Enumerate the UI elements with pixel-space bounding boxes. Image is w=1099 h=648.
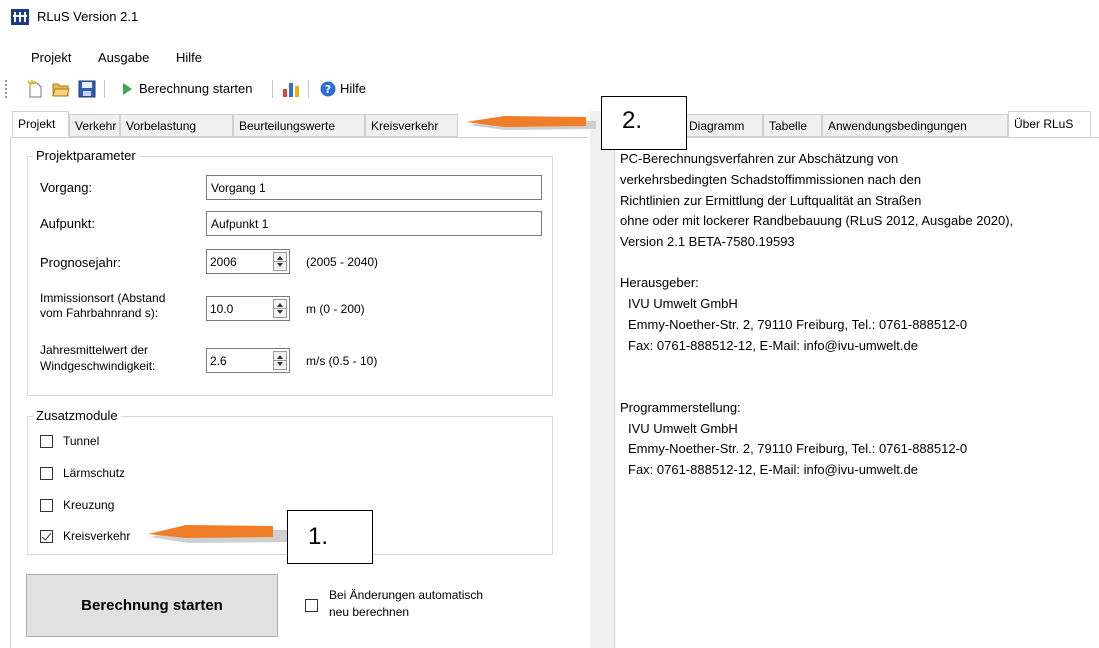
svg-text:?: ? (325, 83, 331, 96)
window-title: RLuS Version 2.1 (37, 9, 139, 24)
immission-label-line2: vom Fahrbahnrand s): (40, 306, 159, 320)
wind-stepper[interactable]: 2.6 (206, 348, 290, 373)
spin-buttons[interactable] (273, 299, 287, 318)
spin-divider (274, 308, 286, 309)
save-disk-icon[interactable] (78, 80, 96, 98)
spin-divider (274, 261, 286, 262)
menu-ausgabe[interactable]: Ausgabe (98, 50, 149, 65)
prognosejahr-label: Prognosejahr: (40, 255, 121, 270)
wind-value: 2.6 (210, 354, 227, 368)
spin-down-icon[interactable] (277, 362, 283, 366)
kreisverkehr-checkbox[interactable] (40, 530, 53, 543)
spin-down-icon[interactable] (277, 310, 283, 314)
tab-tabelle[interactable]: Tabelle (763, 114, 822, 137)
about-text-line: verkehrsbedingten Schadstoffimmissionen … (620, 172, 922, 187)
prognosejahr-value: 2006 (210, 255, 237, 269)
vorgang-input[interactable]: Vorgang 1 (206, 175, 542, 200)
spin-down-icon[interactable] (277, 263, 283, 267)
about-text-line: ohne oder mit lockerer Randbebauung (RLu… (620, 213, 1014, 228)
wind-label-line2: Windgeschwindigkeit: (40, 359, 156, 373)
prognosejahr-stepper[interactable]: 2006 (206, 249, 290, 274)
tab-diagramm[interactable]: Diagramm (683, 114, 763, 137)
app-logo-icon (11, 9, 29, 25)
annotation-callout-2: 2. (601, 96, 687, 150)
auto-recalc-label-line2[interactable]: neu berechnen (329, 605, 409, 620)
chart-icon[interactable] (282, 80, 300, 98)
tab-vorbelastung[interactable]: Vorbelastung (120, 114, 233, 137)
tunnel-checkbox[interactable] (40, 435, 53, 448)
group-title: Projektparameter (33, 148, 139, 163)
immission-stepper[interactable]: 10.0 (206, 296, 290, 321)
annotation-arrow-2 (466, 116, 596, 130)
aufpunkt-label: Aufpunkt: (40, 216, 95, 231)
toolbar-grip (5, 80, 7, 98)
immission-range: m (0 - 200) (306, 302, 365, 316)
tab-kreisverkehr[interactable]: Kreisverkehr (365, 114, 458, 137)
help-button[interactable]: Hilfe (340, 81, 366, 96)
aufpunkt-input[interactable]: Aufpunkt 1 (206, 211, 542, 236)
immission-value: 10.0 (210, 302, 234, 316)
menu-hilfe[interactable]: Hilfe (176, 50, 202, 65)
about-text-line: PC-Berechnungsverfahren zur Abschätzung … (620, 151, 899, 166)
spin-up-icon[interactable] (277, 303, 283, 307)
toolbar-separator (272, 80, 273, 98)
title-bar (0, 0, 1099, 36)
pane-splitter[interactable] (590, 111, 614, 648)
immission-label-line1: Immissionsort (Abstand (40, 291, 166, 305)
spin-up-icon[interactable] (277, 256, 283, 260)
about-text-line: Fax: 0761-888512-12, E-Mail: info@ivu-um… (628, 462, 918, 477)
tab-label: Projekt (18, 117, 56, 131)
tab-verkehr[interactable]: Verkehr (69, 114, 120, 137)
tunnel-label[interactable]: Tunnel (63, 434, 99, 448)
tab-anwendungsbedingungen[interactable]: Anwendungsbedingungen (822, 114, 1008, 137)
about-text-line: IVU Umwelt GmbH (628, 421, 738, 436)
help-icon[interactable]: ? (320, 81, 336, 97)
auto-recalc-label-line1[interactable]: Bei Änderungen automatisch (329, 588, 483, 603)
vorgang-label: Vorgang: (40, 180, 93, 195)
kreuzung-label[interactable]: Kreuzung (63, 498, 114, 512)
annotation-callout-1: 1. (287, 510, 373, 564)
spin-buttons[interactable] (273, 252, 287, 271)
new-file-icon[interactable] (26, 80, 44, 98)
spin-divider (274, 360, 286, 361)
tab-projekt[interactable]: Projekt (12, 111, 69, 137)
tab-ueber-rlus[interactable]: Über RLuS (1008, 111, 1091, 137)
about-text-line: IVU Umwelt GmbH (628, 296, 738, 311)
play-icon[interactable] (121, 82, 133, 96)
toolbar-separator (308, 80, 309, 98)
about-text-line: Version 2.1 BETA-7580.19593 (620, 234, 795, 249)
spin-buttons[interactable] (273, 351, 287, 370)
open-folder-icon[interactable] (52, 80, 70, 98)
tab-beurteilungswerte[interactable]: Beurteilungswerte (233, 114, 365, 137)
kreisverkehr-label[interactable]: Kreisverkehr (63, 529, 130, 543)
about-heading-programming: Programmerstellung: (620, 400, 741, 415)
menu-projekt[interactable]: Projekt (31, 50, 71, 65)
about-heading-publisher: Herausgeber: (620, 275, 699, 290)
annotation-arrow-1 (148, 525, 288, 543)
wind-label-line1: Jahresmittelwert der (40, 343, 149, 357)
about-text-line: Richtlinien zur Ermittlung der Luftquali… (620, 193, 922, 208)
auto-recalc-checkbox[interactable] (305, 599, 318, 612)
prognosejahr-range: (2005 - 2040) (306, 255, 379, 269)
run-calculation-button[interactable]: Berechnung starten (139, 81, 252, 96)
laermschutz-checkbox[interactable] (40, 467, 53, 480)
wind-range: m/s (0.5 - 10) (306, 354, 378, 368)
kreuzung-checkbox[interactable] (40, 499, 53, 512)
about-text-line: Emmy-Noether-Str. 2, 79110 Freiburg, Tel… (628, 317, 968, 332)
calculate-button[interactable]: Berechnung starten (26, 574, 278, 637)
spin-up-icon[interactable] (277, 355, 283, 359)
about-text-line: Fax: 0761-888512-12, E-Mail: info@ivu-um… (628, 338, 918, 353)
about-text-line: Emmy-Noether-Str. 2, 79110 Freiburg, Tel… (628, 441, 968, 456)
group-title: Zusatzmodule (33, 408, 121, 423)
laermschutz-label[interactable]: Lärmschutz (63, 466, 125, 480)
menu-bar (0, 42, 1099, 66)
toolbar-separator (104, 80, 105, 98)
